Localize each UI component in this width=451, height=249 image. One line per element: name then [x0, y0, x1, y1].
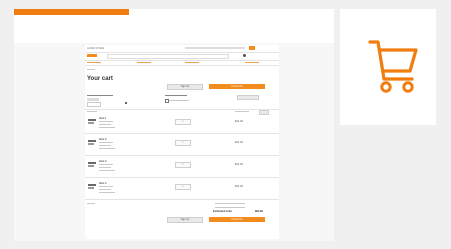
nav-item[interactable]	[87, 62, 101, 63]
tax-row	[215, 207, 245, 208]
line-price: $21.20	[235, 185, 243, 188]
items-header	[87, 111, 97, 112]
product-name[interactable]: Item 2	[99, 138, 107, 141]
divider	[85, 133, 279, 134]
product-meta	[99, 145, 111, 146]
line-price: $21.20	[235, 120, 243, 123]
product-thumb[interactable]	[87, 183, 97, 191]
page-title: Your cart	[87, 76, 113, 82]
sign-up-button-top[interactable]: Sign Up	[167, 84, 203, 90]
checkout-button-bottom[interactable]: Check Out	[209, 217, 265, 222]
remove-all-link[interactable]	[235, 111, 249, 112]
divider	[85, 177, 279, 178]
quantity-field[interactable]: 1	[175, 140, 191, 146]
store-brand: ACME STORE	[87, 47, 105, 50]
total-label: Estimated total	[213, 210, 232, 213]
product-meta	[99, 148, 115, 149]
divider	[85, 52, 279, 53]
shopping-cart-icon	[368, 40, 418, 93]
product-meta	[99, 186, 113, 187]
product-name[interactable]: Item 1	[99, 117, 107, 120]
product-name[interactable]: Item 3	[99, 160, 107, 163]
promo-text	[169, 100, 189, 101]
search-icon[interactable]	[243, 54, 246, 57]
gift-label	[87, 95, 113, 96]
breadcrumb[interactable]	[87, 69, 95, 70]
quantity-field[interactable]: 1	[175, 184, 191, 190]
product-meta	[99, 189, 111, 190]
gift-select[interactable]	[87, 98, 99, 101]
gift-input[interactable]	[87, 102, 101, 107]
quantity-field[interactable]: 1	[175, 162, 191, 168]
total-value: $84.80	[255, 210, 263, 213]
product-meta	[99, 121, 113, 122]
product-meta	[99, 124, 111, 125]
preview-card: ACME STORE Your cart Sign Up Check Out I…	[14, 9, 334, 241]
product-thumb[interactable]	[87, 161, 97, 169]
product-meta	[99, 127, 115, 128]
nav-item[interactable]	[245, 62, 259, 63]
top-links	[185, 47, 245, 49]
line-price: $21.20	[235, 163, 243, 166]
line-price: $21.20	[235, 141, 243, 144]
quantity-field[interactable]: 1	[175, 119, 191, 125]
product-meta	[99, 142, 113, 143]
icon-card	[340, 9, 436, 125]
product-thumb[interactable]	[87, 139, 97, 147]
promo-label	[165, 95, 187, 96]
subtotal-row	[215, 203, 245, 204]
cart-page-screenshot: ACME STORE Your cart Sign Up Check Out I…	[85, 45, 279, 239]
divider	[85, 65, 279, 66]
divider	[85, 60, 279, 61]
checkout-button-top[interactable]: Check Out	[209, 84, 265, 89]
product-meta	[99, 170, 115, 171]
product-thumb[interactable]	[87, 118, 97, 126]
nav-item[interactable]	[137, 62, 151, 63]
divider	[85, 155, 279, 156]
apply-button[interactable]	[237, 95, 259, 100]
cart-badge[interactable]	[249, 46, 255, 50]
logo	[87, 54, 97, 57]
divider	[85, 109, 279, 110]
update-button[interactable]	[259, 110, 269, 115]
sign-up-button-bottom[interactable]: Sign Up	[167, 217, 203, 223]
gift-icon	[125, 102, 127, 104]
product-meta	[99, 167, 111, 168]
search-input[interactable]	[107, 54, 229, 59]
product-meta	[99, 164, 113, 165]
divider	[85, 199, 279, 200]
product-name[interactable]: Item 4	[99, 182, 107, 185]
nav-item[interactable]	[185, 62, 199, 63]
product-meta	[99, 192, 115, 193]
accent-bar	[14, 9, 129, 15]
continue-shopping-link[interactable]	[87, 203, 95, 204]
